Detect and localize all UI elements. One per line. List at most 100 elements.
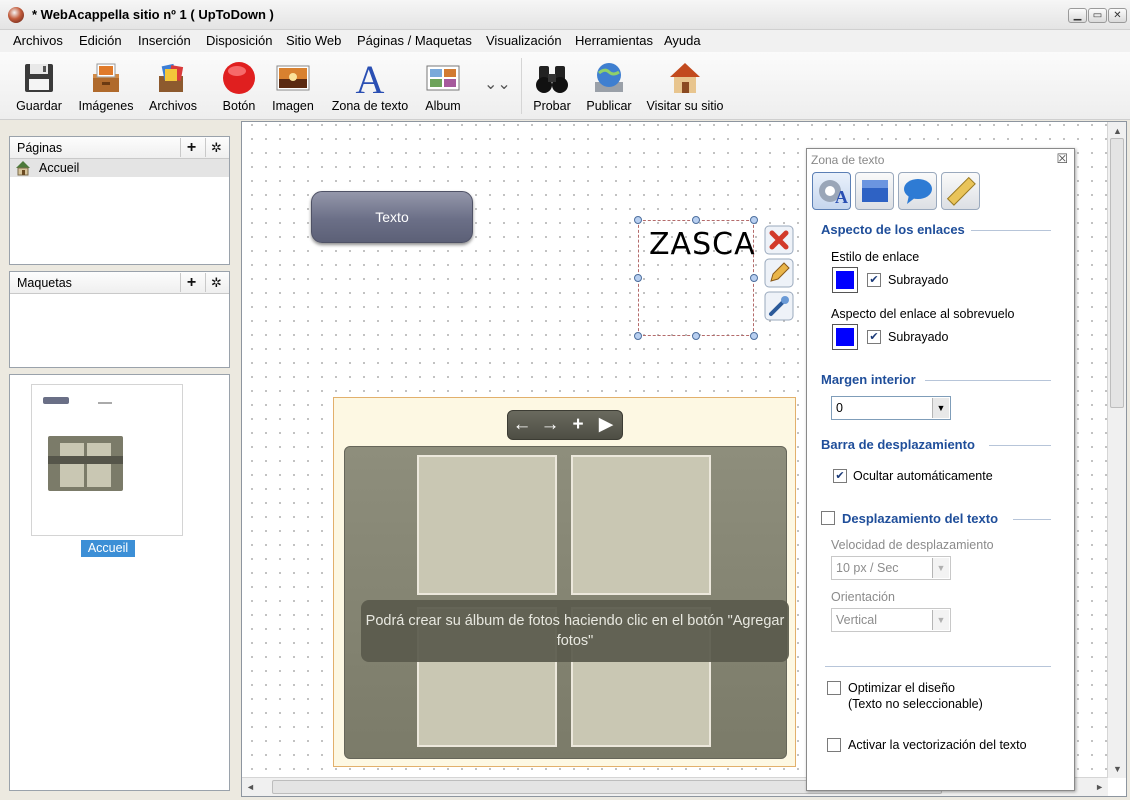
orientation-select[interactable]: Vertical ▼ <box>831 608 951 632</box>
menu-visualizacion[interactable]: Visualización <box>486 33 562 48</box>
thumbnail-panel: Accueil <box>9 374 230 791</box>
link-style-label: Estilo de enlace <box>831 250 920 264</box>
hover-link-color-swatch[interactable] <box>832 324 858 350</box>
speech-bubble-icon <box>904 179 932 204</box>
canvas-vertical-scrollbar[interactable]: ▲ ▼ <box>1107 122 1126 778</box>
main-toolbar: Guardar Imágenes Archivos Botón Imagen A… <box>0 52 1130 120</box>
floppy-disk-icon <box>25 64 53 92</box>
autohide-label: Ocultar automáticamente <box>853 469 993 483</box>
templates-panel-header: Maquetas + ✲ <box>10 272 229 294</box>
scrollbar-section: Barra de desplazamiento <box>821 437 975 452</box>
menu-edicion[interactable]: Edición <box>79 33 122 48</box>
more-tools-chevron-icon[interactable]: ⌄⌄ <box>484 74 511 94</box>
ruler-icon <box>946 176 976 206</box>
menu-paginas-maquetas[interactable]: Páginas / Maquetas <box>357 33 472 48</box>
text-scroll-checkbox[interactable] <box>821 511 835 525</box>
padding-select[interactable]: 0 ▼ <box>831 396 951 420</box>
resize-handle[interactable] <box>634 216 642 224</box>
background-fill-icon <box>862 180 888 202</box>
resize-handle[interactable] <box>750 216 758 224</box>
gear-text-icon: A <box>819 180 848 207</box>
menu-herramientas[interactable]: Herramientas <box>575 33 653 48</box>
text-zone-element[interactable]: ZASCA <box>634 216 758 340</box>
speed-select[interactable]: 10 px / Sec ▼ <box>831 556 951 580</box>
album-nav-toolbar: ← → + ▶ <box>507 410 623 440</box>
thumbnail-label[interactable]: Accueil <box>81 540 135 557</box>
padding-value: 0 <box>836 401 843 415</box>
link-aspect-section: Aspecto de los enlaces <box>821 222 965 237</box>
menu-disposicion[interactable]: Disposición <box>206 33 272 48</box>
visit-site-label: Visitar su sitio <box>646 99 724 113</box>
text-zone-tool[interactable]: A Zona de texto <box>332 58 408 118</box>
resize-handle[interactable] <box>692 216 700 224</box>
minimize-button[interactable]: ▁ <box>1068 8 1087 23</box>
album-photo-slot <box>417 455 557 595</box>
resize-handle[interactable] <box>634 332 642 340</box>
speed-label: Velocidad de desplazamiento <box>831 538 994 552</box>
add-template-button[interactable]: + <box>180 273 202 292</box>
visit-site-button[interactable]: Visitar su sitio <box>647 58 723 118</box>
vectorize-label: Activar la vectorización del texto <box>848 738 1027 752</box>
canvas-texto-button[interactable]: Texto <box>311 191 473 243</box>
files-box-icon <box>159 63 184 92</box>
image-drawer-icon <box>93 63 119 92</box>
text-zone-content[interactable]: ZASCA <box>649 227 756 262</box>
app-logo-icon <box>8 7 24 23</box>
menu-bar: Archivos Edición Inserción Disposición S… <box>0 30 1130 52</box>
hover-link-label: Aspecto del enlace al sobrevuelo <box>831 307 1015 321</box>
autohide-checkbox[interactable]: ✔ <box>833 469 847 483</box>
speed-value: 10 px / Sec <box>836 561 899 575</box>
album-photo-slot <box>571 455 711 595</box>
maximize-button[interactable]: ▭ <box>1088 8 1107 23</box>
photo-album-element[interactable]: Podrá crear su álbum de fotos haciendo c… <box>333 397 796 767</box>
add-photo-plus-icon[interactable]: + <box>564 411 592 439</box>
menu-insercion[interactable]: Inserción <box>138 33 191 48</box>
close-window-button[interactable]: ✕ <box>1108 8 1127 23</box>
tab-text-settings[interactable]: A <box>812 172 851 210</box>
template-settings-gear-icon[interactable]: ✲ <box>205 273 227 292</box>
play-slideshow-icon[interactable]: ▶ <box>592 411 620 439</box>
page-settings-gear-icon[interactable]: ✲ <box>205 138 227 157</box>
album-tool-label: Album <box>425 99 461 113</box>
dropdown-arrow-icon[interactable]: ▼ <box>932 610 949 630</box>
properties-tools-icon[interactable] <box>764 291 794 321</box>
picture-icon <box>276 65 310 91</box>
templates-panel: Maquetas + ✲ <box>9 271 230 368</box>
vectorize-checkbox[interactable] <box>827 738 841 752</box>
dropdown-arrow-icon[interactable]: ▼ <box>932 398 949 418</box>
resize-handle[interactable] <box>750 332 758 340</box>
resize-handle[interactable] <box>750 274 758 282</box>
menu-ayuda[interactable]: Ayuda <box>664 33 701 48</box>
dropdown-arrow-icon[interactable]: ▼ <box>932 558 949 578</box>
menu-archivos[interactable]: Archivos <box>13 33 63 48</box>
underline-checkbox[interactable]: ✔ <box>867 273 881 287</box>
delete-element-icon[interactable] <box>764 225 794 255</box>
close-panel-icon[interactable]: ☒ <box>1056 151 1068 167</box>
arrow-left-icon[interactable]: ← <box>508 411 536 439</box>
hover-underline-checkbox[interactable]: ✔ <box>867 330 881 344</box>
edit-pencil-icon[interactable] <box>764 258 794 288</box>
page-thumbnail[interactable] <box>31 384 183 536</box>
resize-handle[interactable] <box>692 332 700 340</box>
image-tool[interactable]: Imagen <box>258 58 328 118</box>
text-scroll-section: Desplazamiento del texto <box>842 511 999 526</box>
add-page-button[interactable]: + <box>180 138 202 157</box>
page-item-accueil[interactable]: Accueil <box>10 159 229 177</box>
publish-button[interactable]: Publicar <box>574 58 644 118</box>
menu-sitio-web[interactable]: Sitio Web <box>286 33 341 48</box>
section-divider <box>971 230 1051 231</box>
tab-dimensions[interactable] <box>941 172 980 210</box>
window-title: * WebAcappella sitio nº 1 ( UpToDown ) <box>32 7 274 22</box>
thumb-album-preview <box>48 436 123 491</box>
album-tool[interactable]: Album <box>408 58 478 118</box>
scroll-thumb[interactable] <box>1110 138 1124 408</box>
tab-tooltip[interactable] <box>898 172 937 210</box>
pages-panel: Páginas + ✲ Accueil <box>9 136 230 265</box>
tab-background[interactable] <box>855 172 894 210</box>
arrow-right-icon[interactable]: → <box>536 411 564 439</box>
optimize-checkbox[interactable] <box>827 681 841 695</box>
binoculars-icon <box>536 66 568 93</box>
resize-handle[interactable] <box>634 274 642 282</box>
orientation-value: Vertical <box>836 613 877 627</box>
link-color-swatch[interactable] <box>832 267 858 293</box>
